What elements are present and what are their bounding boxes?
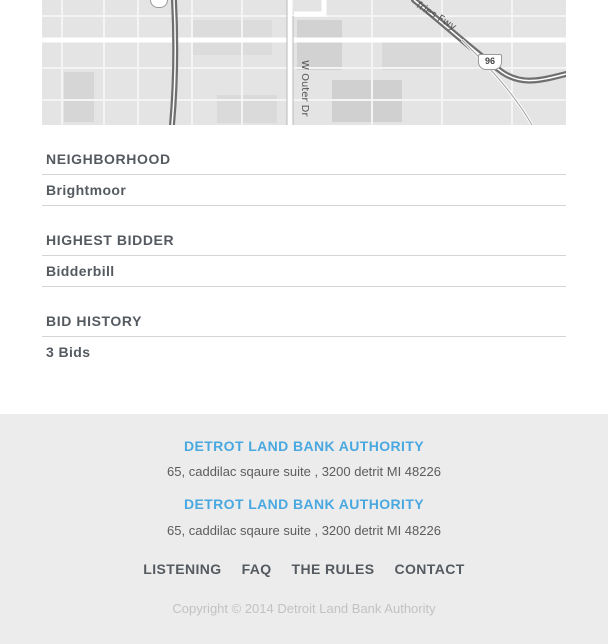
neighborhood-section: NEIGHBORHOOD Brightmoor xyxy=(42,144,566,206)
footer-link-faq[interactable]: FAQ xyxy=(242,561,272,577)
footer-nav: LISTENING FAQ THE RULES CONTACT xyxy=(0,561,608,577)
footer-copyright: Copyright © 2014 Detroit Land Bank Autho… xyxy=(172,601,436,616)
highest-bidder-section: HIGHEST BIDDER Bidderbill xyxy=(42,225,566,287)
page: W Outer Dr fries Fwy 96 NEIGHBORHOOD Bri… xyxy=(0,0,608,644)
route-96-shield-icon: 96 xyxy=(478,54,502,70)
footer-link-the-rules[interactable]: THE RULES xyxy=(292,561,375,577)
footer: DETROT LAND BANK AUTHORITY 65, caddilac … xyxy=(0,414,608,644)
bid-history-heading: BID HISTORY xyxy=(42,306,566,337)
footer-link-listening[interactable]: LISTENING xyxy=(143,561,221,577)
map-label-outer-drive: W Outer Dr xyxy=(299,60,310,117)
footer-address-secondary: 65, caddilac sqaure suite , 3200 detrit … xyxy=(167,523,441,538)
bid-history-section: BID HISTORY 3 Bids xyxy=(42,306,566,367)
bid-history-value[interactable]: 3 Bids xyxy=(42,337,566,367)
footer-org-name-secondary: DETROT LAND BANK AUTHORITY xyxy=(183,496,425,512)
property-map[interactable]: W Outer Dr fries Fwy 96 xyxy=(42,0,566,125)
footer-address: 65, caddilac sqaure suite , 3200 detrit … xyxy=(167,464,441,479)
footer-org-name: DETROT LAND BANK AUTHORITY xyxy=(183,438,425,454)
highest-bidder-value: Bidderbill xyxy=(42,256,566,287)
neighborhood-heading: NEIGHBORHOOD xyxy=(42,144,566,175)
highest-bidder-heading: HIGHEST BIDDER xyxy=(42,225,566,256)
footer-link-contact[interactable]: CONTACT xyxy=(395,561,465,577)
neighborhood-value: Brightmoor xyxy=(42,175,566,206)
